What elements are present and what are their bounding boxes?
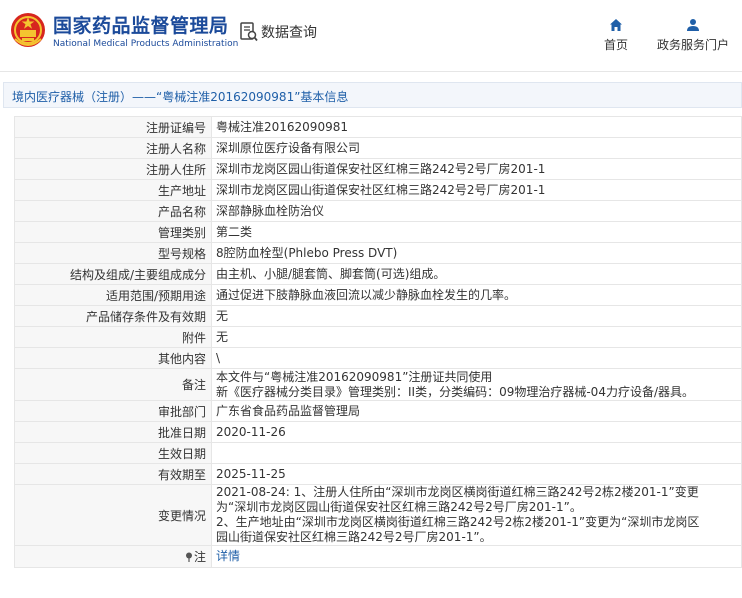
- data-query-label: 数据查询: [261, 25, 317, 41]
- row-label: 注册人名称: [14, 137, 212, 159]
- row-value: 2020-11-26: [211, 421, 742, 443]
- home-icon: [610, 19, 622, 31]
- table-row: 注册证编号 粤械注准20162090981: [14, 116, 742, 138]
- details-link[interactable]: 详情: [216, 549, 240, 563]
- site-header: 国家药品监督管理局 National Medical Products Admi…: [0, 0, 742, 72]
- table-row: 生效日期: [14, 442, 742, 464]
- table-row: 型号规格 8腔防血栓型(Phlebo Press DVT): [14, 242, 742, 264]
- table-row: 产品储存条件及有效期无: [14, 305, 742, 327]
- row-value: 第二类: [211, 221, 742, 243]
- row-label: 型号规格: [14, 242, 212, 264]
- row-label: 批准日期: [14, 421, 212, 443]
- row-label: 管理类别: [14, 221, 212, 243]
- table-row: 其他内容 \: [14, 347, 742, 369]
- table-row: 产品名称 深部静脉血栓防治仪: [14, 200, 742, 222]
- nav-home[interactable]: 首页: [601, 18, 631, 53]
- row-value: 8腔防血栓型(Phlebo Press DVT): [211, 242, 742, 264]
- row-value: 深圳原位医疗设备有限公司: [211, 137, 742, 159]
- table-row: 审批部门 广东省食品药品监督管理局: [14, 400, 742, 422]
- table-row: 注册人名称 深圳原位医疗设备有限公司: [14, 137, 742, 159]
- row-value: 深部静脉血栓防治仪: [211, 200, 742, 222]
- note-label-cell: 注: [14, 545, 212, 568]
- row-label: 生效日期: [14, 442, 212, 464]
- row-value: 深圳市龙岗区园山街道保安社区红棉三路242号2号厂房201-1: [211, 158, 742, 180]
- site-subtitle: National Medical Products Administration: [53, 39, 239, 49]
- row-value: 无: [211, 305, 742, 327]
- nav-home-label: 首页: [603, 38, 628, 52]
- table-row: 注册人住所 深圳市龙岗区园山街道保安社区红棉三路242号2号厂房201-1: [14, 158, 742, 180]
- data-query-link[interactable]: 数据查询: [240, 22, 317, 42]
- row-value: 通过促进下肢静脉血液回流以减少静脉血栓发生的几率。: [211, 284, 742, 306]
- nav-service-label: 政务服务门户: [656, 38, 729, 52]
- pin-icon: [185, 552, 192, 562]
- table-row: 附件无: [14, 326, 742, 348]
- row-value: [211, 442, 742, 464]
- row-value: 由主机、小腿/腿套筒、脚套筒(可选)组成。: [211, 263, 742, 285]
- row-value: 本文件与“粤械注准20162090981”注册证共同使用 新《医疗器械分类目录》…: [211, 368, 742, 401]
- user-icon: [687, 19, 699, 31]
- table-row: 批准日期 2020-11-26: [14, 421, 742, 443]
- row-label: 有效期至: [14, 463, 212, 485]
- row-label: 备注: [14, 368, 212, 401]
- row-label: 变更情况: [14, 484, 212, 546]
- row-label: 附件: [14, 326, 212, 348]
- table-row: 备注 本文件与“粤械注准20162090981”注册证共同使用 新《医疗器械分类目…: [14, 368, 742, 401]
- detail-table: 注册证编号 粤械注准20162090981 注册人名称 深圳原位医疗设备有限公司 注册人…: [14, 116, 742, 568]
- row-value: 粤械注准20162090981: [211, 116, 742, 138]
- row-value: 广东省食品药品监督管理局: [211, 400, 742, 422]
- table-row: 生产地址 深圳市龙岗区园山街道保安社区红棉三路242号2号厂房201-1: [14, 179, 742, 201]
- row-value: \: [211, 347, 742, 369]
- note-value-cell: 详情: [211, 545, 742, 568]
- table-row: 适用范围/预期用途 通过促进下肢静脉血液回流以减少静脉血栓发生的几率。: [14, 284, 742, 306]
- row-value: 2025-11-25: [211, 463, 742, 485]
- row-label: 其他内容: [14, 347, 212, 369]
- site-title: 国家药品监督管理局: [53, 15, 229, 37]
- national-emblem-icon: [11, 13, 45, 47]
- row-label: 注册人住所: [14, 158, 212, 180]
- note-row: 注详情: [14, 545, 742, 568]
- row-value: 2021-08-24: 1、注册人住所由“深圳市龙岗区横岗街道红棉三路242号2…: [211, 484, 742, 546]
- row-value: 无: [211, 326, 742, 348]
- row-label: 生产地址: [14, 179, 212, 201]
- row-label: 产品储存条件及有效期: [14, 305, 212, 327]
- row-label: 注册证编号: [14, 116, 212, 138]
- row-label: 审批部门: [14, 400, 212, 422]
- nav-service-portal[interactable]: 政务服务门户: [654, 18, 732, 53]
- document-search-icon: [240, 22, 258, 42]
- note-label: 注: [193, 550, 206, 564]
- row-value: 深圳市龙岗区园山街道保安社区红棉三路242号2号厂房201-1: [211, 179, 742, 201]
- table-row: 变更情况 2021-08-24: 1、注册人住所由“深圳市龙岗区横岗街道红棉三路2…: [14, 484, 742, 546]
- breadcrumb-bar: 境内医疗器械（注册）——“粤械注准20162090981”基本信息: [3, 82, 742, 108]
- table-row: 管理类别 第二类: [14, 221, 742, 243]
- row-label: 适用范围/预期用途: [14, 284, 212, 306]
- row-label: 产品名称: [14, 200, 212, 222]
- table-row: 结构及组成/主要组成成分 由主机、小腿/腿套筒、脚套筒(可选)组成。: [14, 263, 742, 285]
- row-label: 结构及组成/主要组成成分: [14, 263, 212, 285]
- breadcrumb: 境内医疗器械（注册）——“粤械注准20162090981”基本信息: [12, 90, 349, 104]
- table-row: 有效期至 2025-11-25: [14, 463, 742, 485]
